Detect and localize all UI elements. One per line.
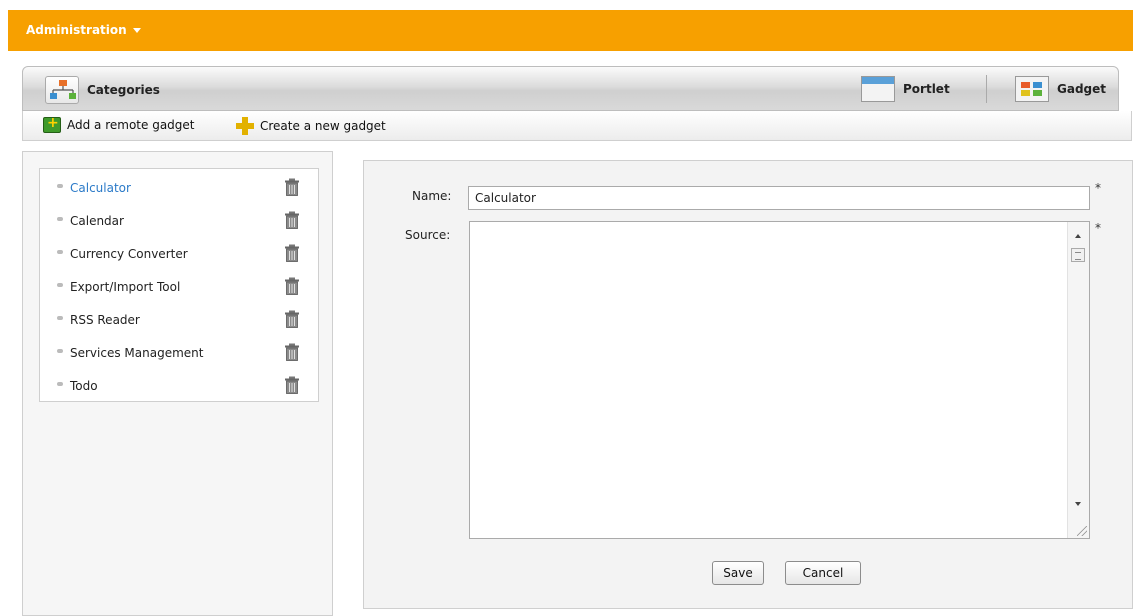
gadget-editor: Name: * Source: * Save Cancel: [363, 160, 1133, 609]
gadget-item-label: Export/Import Tool: [70, 280, 181, 294]
save-button[interactable]: Save: [712, 561, 764, 585]
gadget-list-item[interactable]: Calculator: [40, 178, 318, 200]
resize-handle-icon[interactable]: [1077, 526, 1087, 536]
scroll-down-icon[interactable]: [1075, 502, 1081, 506]
gadget-list-item[interactable]: Calendar: [40, 211, 318, 233]
bullet-icon: [57, 316, 63, 320]
gadget-list-item[interactable]: Todo: [40, 376, 318, 398]
gadget-item-label: Services Management: [70, 346, 204, 360]
tab-gadget[interactable]: Gadget: [1009, 73, 1112, 105]
create-new-gadget-label: Create a new gadget: [260, 119, 386, 133]
gadget-list-item[interactable]: Services Management: [40, 343, 318, 365]
add-gadget-icon: [43, 115, 61, 133]
scroll-up-icon[interactable]: [1075, 234, 1081, 238]
trash-icon[interactable]: [284, 376, 302, 396]
name-label: Name:: [412, 189, 452, 203]
source-textarea[interactable]: [469, 221, 1090, 539]
bullet-icon: [57, 217, 63, 221]
categories-button[interactable]: Categories: [45, 76, 160, 104]
gadget-label: Gadget: [1057, 82, 1107, 96]
trash-icon[interactable]: [284, 277, 302, 297]
gadget-item-label: Todo: [70, 379, 98, 393]
source-label: Source:: [405, 228, 451, 242]
add-remote-gadget-button[interactable]: Add a remote gadget: [43, 115, 195, 133]
scroll-thumb[interactable]: [1071, 248, 1085, 262]
caret-down-icon: [132, 28, 141, 33]
toolbar-divider: [986, 75, 987, 103]
gadget-item-label: Calculator: [70, 181, 131, 195]
gadget-icon: [1015, 76, 1049, 102]
gadget-list-item[interactable]: RSS Reader: [40, 310, 318, 332]
create-new-gadget-button[interactable]: Create a new gadget: [236, 117, 386, 135]
gadget-list-item[interactable]: Currency Converter: [40, 244, 318, 266]
gadget-sidebar: Calculator Calendar Currency Converter Expo…: [22, 151, 333, 616]
gadget-list-item[interactable]: Export/Import Tool: [40, 277, 318, 299]
required-marker: *: [1095, 221, 1101, 235]
plus-icon: [236, 117, 254, 135]
tab-portlet[interactable]: Portlet: [855, 73, 956, 105]
source-scrollbar[interactable]: [1067, 222, 1089, 538]
cancel-button[interactable]: Cancel: [785, 561, 861, 585]
bullet-icon: [57, 250, 63, 254]
trash-icon[interactable]: [284, 244, 302, 264]
trash-icon[interactable]: [284, 211, 302, 231]
action-bar: Add a remote gadget Create a new gadget: [22, 111, 1132, 141]
portlet-label: Portlet: [903, 82, 950, 96]
bullet-icon: [57, 382, 63, 386]
categories-icon: [45, 76, 79, 104]
trash-icon[interactable]: [284, 178, 302, 198]
categories-label: Categories: [87, 83, 160, 97]
bullet-icon: [57, 349, 63, 353]
trash-icon[interactable]: [284, 310, 302, 330]
administration-menu[interactable]: Administration: [26, 23, 141, 37]
gadget-item-label: Currency Converter: [70, 247, 188, 261]
add-remote-gadget-label: Add a remote gadget: [67, 118, 195, 132]
administration-menu-label: Administration: [26, 23, 127, 37]
gadget-item-label: RSS Reader: [70, 313, 140, 327]
categories-toolbar: Categories Portlet Gadget: [22, 66, 1119, 111]
trash-icon[interactable]: [284, 343, 302, 363]
gadget-item-label: Calendar: [70, 214, 124, 228]
admin-bar: Administration: [8, 10, 1133, 51]
bullet-icon: [57, 184, 63, 188]
portlet-icon: [861, 76, 895, 102]
name-field[interactable]: [468, 186, 1090, 210]
gadget-list: Calculator Calendar Currency Converter Expo…: [39, 168, 319, 402]
bullet-icon: [57, 283, 63, 287]
required-marker: *: [1095, 181, 1101, 195]
